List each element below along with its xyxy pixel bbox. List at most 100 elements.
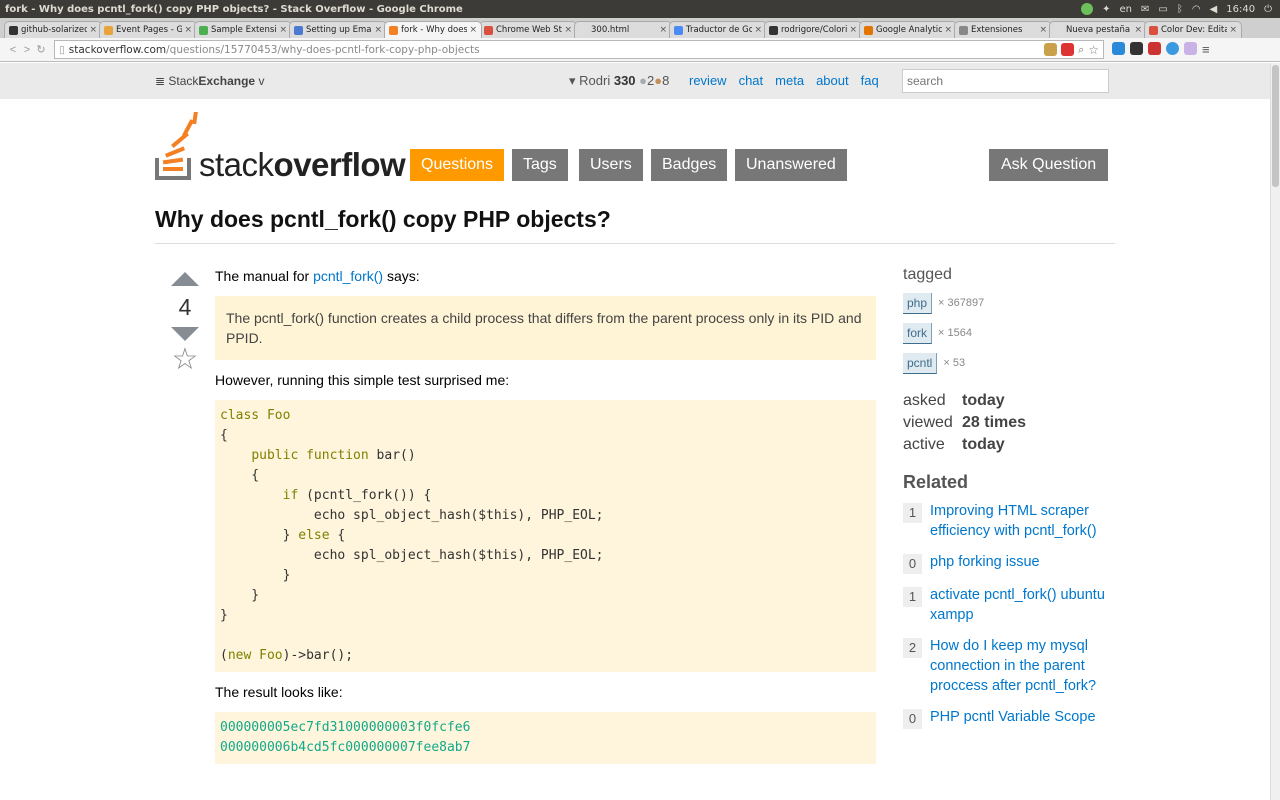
forward-icon[interactable]: > bbox=[20, 44, 34, 56]
menu-icon[interactable]: ≡ bbox=[1202, 42, 1210, 57]
silver-badge-icon: ● bbox=[639, 73, 648, 88]
close-icon[interactable]: × bbox=[1134, 25, 1142, 35]
close-icon[interactable]: × bbox=[849, 25, 857, 35]
browser-tab[interactable]: Google Analytics × bbox=[859, 21, 957, 38]
close-icon[interactable]: × bbox=[184, 25, 192, 35]
reload-icon[interactable]: ↻ bbox=[34, 43, 48, 56]
related-item: 1 Improving HTML scraper efficiency with … bbox=[903, 501, 1113, 541]
power-icon[interactable]: ⏻ bbox=[1264, 4, 1272, 15]
bookmark-star-icon[interactable]: ☆ bbox=[1088, 43, 1099, 57]
window-title: fork - Why does pcntl_fork() copy PHP ob… bbox=[5, 3, 463, 15]
scrollbar-thumb[interactable] bbox=[1272, 65, 1279, 187]
tab-label: Traductor de Go bbox=[686, 25, 753, 35]
pocket-icon[interactable] bbox=[1130, 42, 1143, 55]
faq-link[interactable]: faq bbox=[861, 73, 879, 88]
meta-link[interactable]: meta bbox=[775, 73, 804, 88]
close-icon[interactable]: × bbox=[754, 25, 762, 35]
related-link[interactable]: activate pcntl_fork() ubuntu xampp bbox=[930, 585, 1110, 625]
sidebar: tagged php × 367897 fork × 1564 pcntl × 53 … bbox=[903, 266, 1113, 740]
address-bar[interactable]: ▯ stackoverflow.com/questions/15770453/w… bbox=[54, 40, 1104, 59]
tab-label: Event Pages - Go bbox=[116, 25, 183, 35]
related-heading: Related bbox=[903, 472, 969, 492]
bluetooth-icon[interactable]: ᛒ bbox=[1177, 4, 1183, 15]
browser-tab[interactable]: Setting up Email × bbox=[289, 21, 387, 38]
browser-tab[interactable]: Chrome Web Sto × bbox=[479, 21, 577, 38]
pcntl-fork-link[interactable]: pcntl_fork() bbox=[313, 268, 383, 284]
tab-label: fork - Why does bbox=[401, 25, 468, 35]
browser-tab[interactable]: rodrigore/Colori × bbox=[764, 21, 862, 38]
nav-tags-button[interactable]: Tags bbox=[512, 149, 568, 181]
close-icon[interactable]: × bbox=[1229, 25, 1237, 35]
stackexchange-topbar: ≣ StackExchange v ▾ Rodri 330 ●2●8 revie… bbox=[0, 63, 1270, 99]
code-block: class Foo { public function bar() { if (… bbox=[215, 400, 876, 672]
stat-active: active today bbox=[903, 434, 1113, 456]
clock[interactable]: 16:40 bbox=[1226, 4, 1255, 15]
nav-questions-button[interactable]: Questions bbox=[410, 149, 505, 181]
close-icon[interactable]: × bbox=[279, 25, 287, 35]
favorite-star-icon[interactable]: ☆ bbox=[170, 345, 200, 375]
browser-tab[interactable]: Traductor de Go × bbox=[669, 21, 767, 38]
close-icon[interactable]: × bbox=[564, 25, 572, 35]
browser-tab[interactable]: 300.html × bbox=[574, 21, 672, 38]
extension-icon[interactable] bbox=[1112, 42, 1125, 55]
browser-tab[interactable]: Extensiones × bbox=[954, 21, 1052, 38]
topbar-links: review chat meta about faq bbox=[689, 73, 879, 88]
extension-icon[interactable] bbox=[1184, 42, 1197, 55]
question-title[interactable]: Why does pcntl_fork() copy PHP objects? bbox=[155, 206, 611, 233]
browser-tab[interactable]: Color Dev: Edita × bbox=[1144, 21, 1242, 38]
vote-count: 4 bbox=[178, 294, 192, 320]
tag-php[interactable]: php bbox=[903, 292, 933, 314]
wifi-icon[interactable]: ◠ bbox=[1192, 4, 1201, 15]
ask-question-button[interactable]: Ask Question bbox=[989, 149, 1109, 181]
logo-wordmark: stackoverflow bbox=[199, 146, 406, 184]
review-link[interactable]: review bbox=[689, 73, 727, 88]
nav-unanswered-button[interactable]: Unanswered bbox=[735, 149, 847, 181]
close-icon[interactable]: × bbox=[374, 25, 382, 35]
related-link[interactable]: Improving HTML scraper efficiency with p… bbox=[930, 501, 1110, 541]
user-card[interactable]: ▾ Rodri 330 ●2●8 bbox=[569, 73, 669, 89]
close-icon[interactable]: × bbox=[469, 25, 477, 35]
language-indicator[interactable]: en bbox=[1119, 4, 1132, 15]
mail-icon[interactable]: ✉ bbox=[1141, 4, 1149, 15]
zoom-icon[interactable]: ⌕ bbox=[1078, 43, 1084, 57]
browser-tab[interactable]: Event Pages - Go × bbox=[99, 21, 197, 38]
close-icon[interactable]: × bbox=[659, 25, 667, 35]
about-link[interactable]: about bbox=[816, 73, 849, 88]
browser-tab-strip: github-solarized × Event Pages - Go × Sample… bbox=[0, 18, 1280, 38]
chevron-down-icon: v bbox=[258, 74, 265, 88]
browser-tab[interactable]: Sample Extension× bbox=[194, 21, 292, 38]
extension-icon[interactable] bbox=[1166, 42, 1179, 55]
sync-status-icon[interactable] bbox=[1081, 3, 1094, 15]
related-link[interactable]: php forking issue bbox=[930, 552, 1110, 572]
related-score: 1 bbox=[903, 503, 922, 523]
tag-fork[interactable]: fork bbox=[903, 322, 933, 344]
stackoverflow-logo[interactable]: stackoverflow bbox=[155, 112, 406, 184]
intro-paragraph: The manual for pcntl_fork() says: bbox=[215, 268, 876, 284]
nav-users-button[interactable]: Users bbox=[579, 149, 643, 181]
related-link[interactable]: PHP pcntl Variable Scope bbox=[930, 707, 1110, 727]
close-icon[interactable]: × bbox=[1039, 25, 1047, 35]
tag-pcntl[interactable]: pcntl bbox=[903, 352, 938, 374]
stackexchange-menu[interactable]: ≣ StackExchange v bbox=[155, 74, 264, 88]
upvote-icon[interactable] bbox=[171, 272, 199, 286]
battery-icon[interactable]: ▭ bbox=[1158, 4, 1167, 15]
nav-badges-button[interactable]: Badges bbox=[651, 149, 728, 181]
dropbox-icon[interactable]: ✦ bbox=[1102, 4, 1110, 15]
browser-tab[interactable]: github-solarized × bbox=[4, 21, 102, 38]
extension-icon[interactable] bbox=[1061, 42, 1075, 56]
extension-icon[interactable] bbox=[1044, 42, 1058, 56]
close-icon[interactable]: × bbox=[89, 25, 97, 35]
volume-icon[interactable]: ◀ bbox=[1210, 4, 1218, 15]
page-scrollbar[interactable] bbox=[1270, 63, 1280, 800]
related-link[interactable]: How do I keep my mysql connection in the… bbox=[930, 636, 1110, 696]
chat-link[interactable]: chat bbox=[739, 73, 764, 88]
downvote-icon[interactable] bbox=[171, 327, 199, 341]
stack-logo-icon bbox=[155, 112, 199, 180]
extension-icon[interactable] bbox=[1148, 42, 1161, 55]
close-icon[interactable]: × bbox=[944, 25, 952, 35]
search-input[interactable] bbox=[902, 69, 1109, 93]
back-icon[interactable]: < bbox=[6, 44, 20, 56]
browser-tab[interactable]: fork - Why does × bbox=[384, 21, 482, 38]
browser-tab[interactable]: Nueva pestaña × bbox=[1049, 21, 1147, 38]
question-stats: asked today viewed 28 times active today bbox=[903, 390, 1113, 456]
